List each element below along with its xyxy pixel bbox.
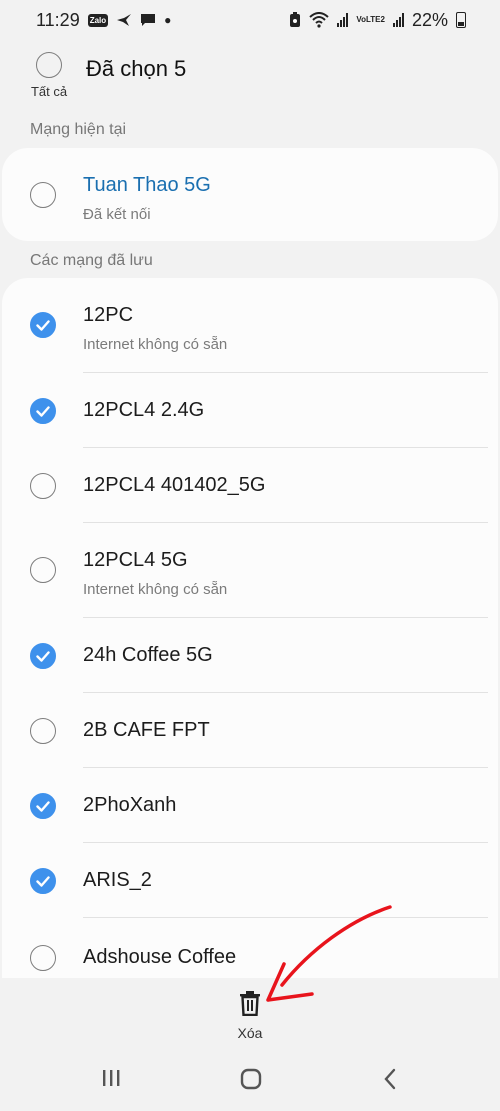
select-all-checkbox[interactable]: Tất cả (30, 52, 68, 99)
saved-network-row[interactable]: 24h Coffee 5G (2, 618, 498, 693)
checked-radio[interactable] (30, 643, 56, 669)
saved-network-row[interactable]: 2B CAFE FPT (2, 693, 498, 768)
back-icon[interactable] (382, 1068, 398, 1090)
zalo-icon: Zalo (87, 13, 109, 27)
checked-radio[interactable] (30, 793, 56, 819)
current-network-radio[interactable] (30, 182, 56, 208)
checked-radio[interactable] (30, 398, 56, 424)
current-network-row[interactable]: Tuan Thao 5G Đã kết nối (2, 148, 498, 241)
vibrate-alarm-icon (290, 12, 301, 27)
status-left: 11:29 Zalo ● (36, 10, 171, 31)
select-all-radio[interactable] (36, 52, 62, 78)
network-status: Internet không có sẵn (83, 581, 228, 598)
home-icon[interactable] (240, 1068, 262, 1090)
status-bar: 11:29 Zalo ● VoLTE2 22% (0, 0, 500, 40)
saved-network-row[interactable]: 12PC Internet không có sẵn (2, 278, 498, 373)
unchecked-radio[interactable] (30, 718, 56, 744)
navigation-bar (0, 1050, 500, 1111)
saved-network-row[interactable]: 2PhoXanh (2, 768, 498, 843)
volte-icon: VoLTE2 (356, 15, 385, 24)
saved-networks-section-label: Các mạng đã lưu (30, 252, 153, 269)
bird-icon (117, 14, 132, 26)
current-network-card: Tuan Thao 5G Đã kết nối (2, 148, 498, 241)
wifi-icon (309, 12, 330, 28)
network-name: 2B CAFE FPT (83, 719, 210, 741)
checked-radio[interactable] (30, 312, 56, 338)
saved-network-row[interactable]: 12PCL4 5G Internet không có sẵn (2, 523, 498, 618)
network-name: Adshouse Coffee (83, 946, 237, 968)
status-time: 11:29 (36, 9, 80, 30)
network-name: 12PCL4 5G (83, 549, 188, 571)
notification-dot-icon: ● (164, 13, 172, 27)
delete-label: Xóa (237, 1025, 263, 1041)
signal-2-icon (392, 13, 404, 27)
network-name: 24h Coffee 5G (83, 644, 213, 666)
unchecked-radio[interactable] (30, 473, 56, 499)
status-right: VoLTE2 22% (289, 10, 466, 31)
select-all-label: Tất cả (30, 84, 68, 99)
page-title: Đã chọn 5 (86, 56, 187, 81)
saved-network-row[interactable]: Adshouse Coffee (2, 918, 498, 978)
network-status: Internet không có sẵn (83, 336, 228, 353)
saved-network-row[interactable]: ARIS_2 (2, 843, 498, 918)
current-network-section-label: Mạng hiện tại (30, 121, 127, 138)
network-name: ARIS_2 (83, 869, 152, 891)
delete-button[interactable]: Xóa (222, 990, 278, 1041)
network-name: 12PCL4 2.4G (83, 399, 205, 421)
saved-network-row[interactable]: 12PCL4 401402_5G (2, 448, 498, 523)
network-name: 12PCL4 401402_5G (83, 474, 266, 496)
saved-network-row[interactable]: 12PCL4 2.4G (2, 373, 498, 448)
network-name: 2PhoXanh (83, 794, 177, 816)
checked-radio[interactable] (30, 868, 56, 894)
network-name: 12PC (83, 304, 134, 326)
saved-networks-card: 12PC Internet không có sẵn 12PCL4 2.4G 12PC… (2, 278, 498, 978)
battery-icon (456, 12, 466, 28)
unchecked-radio[interactable] (30, 557, 56, 583)
signal-1-icon (337, 13, 349, 27)
message-icon (141, 14, 156, 26)
network-status: Đã kết nối (83, 206, 151, 223)
unchecked-radio[interactable] (30, 945, 56, 971)
recents-icon[interactable] (101, 1068, 121, 1088)
battery-percent: 22% (411, 9, 448, 30)
trash-icon (240, 991, 260, 1017)
network-name: Tuan Thao 5G (83, 174, 211, 196)
